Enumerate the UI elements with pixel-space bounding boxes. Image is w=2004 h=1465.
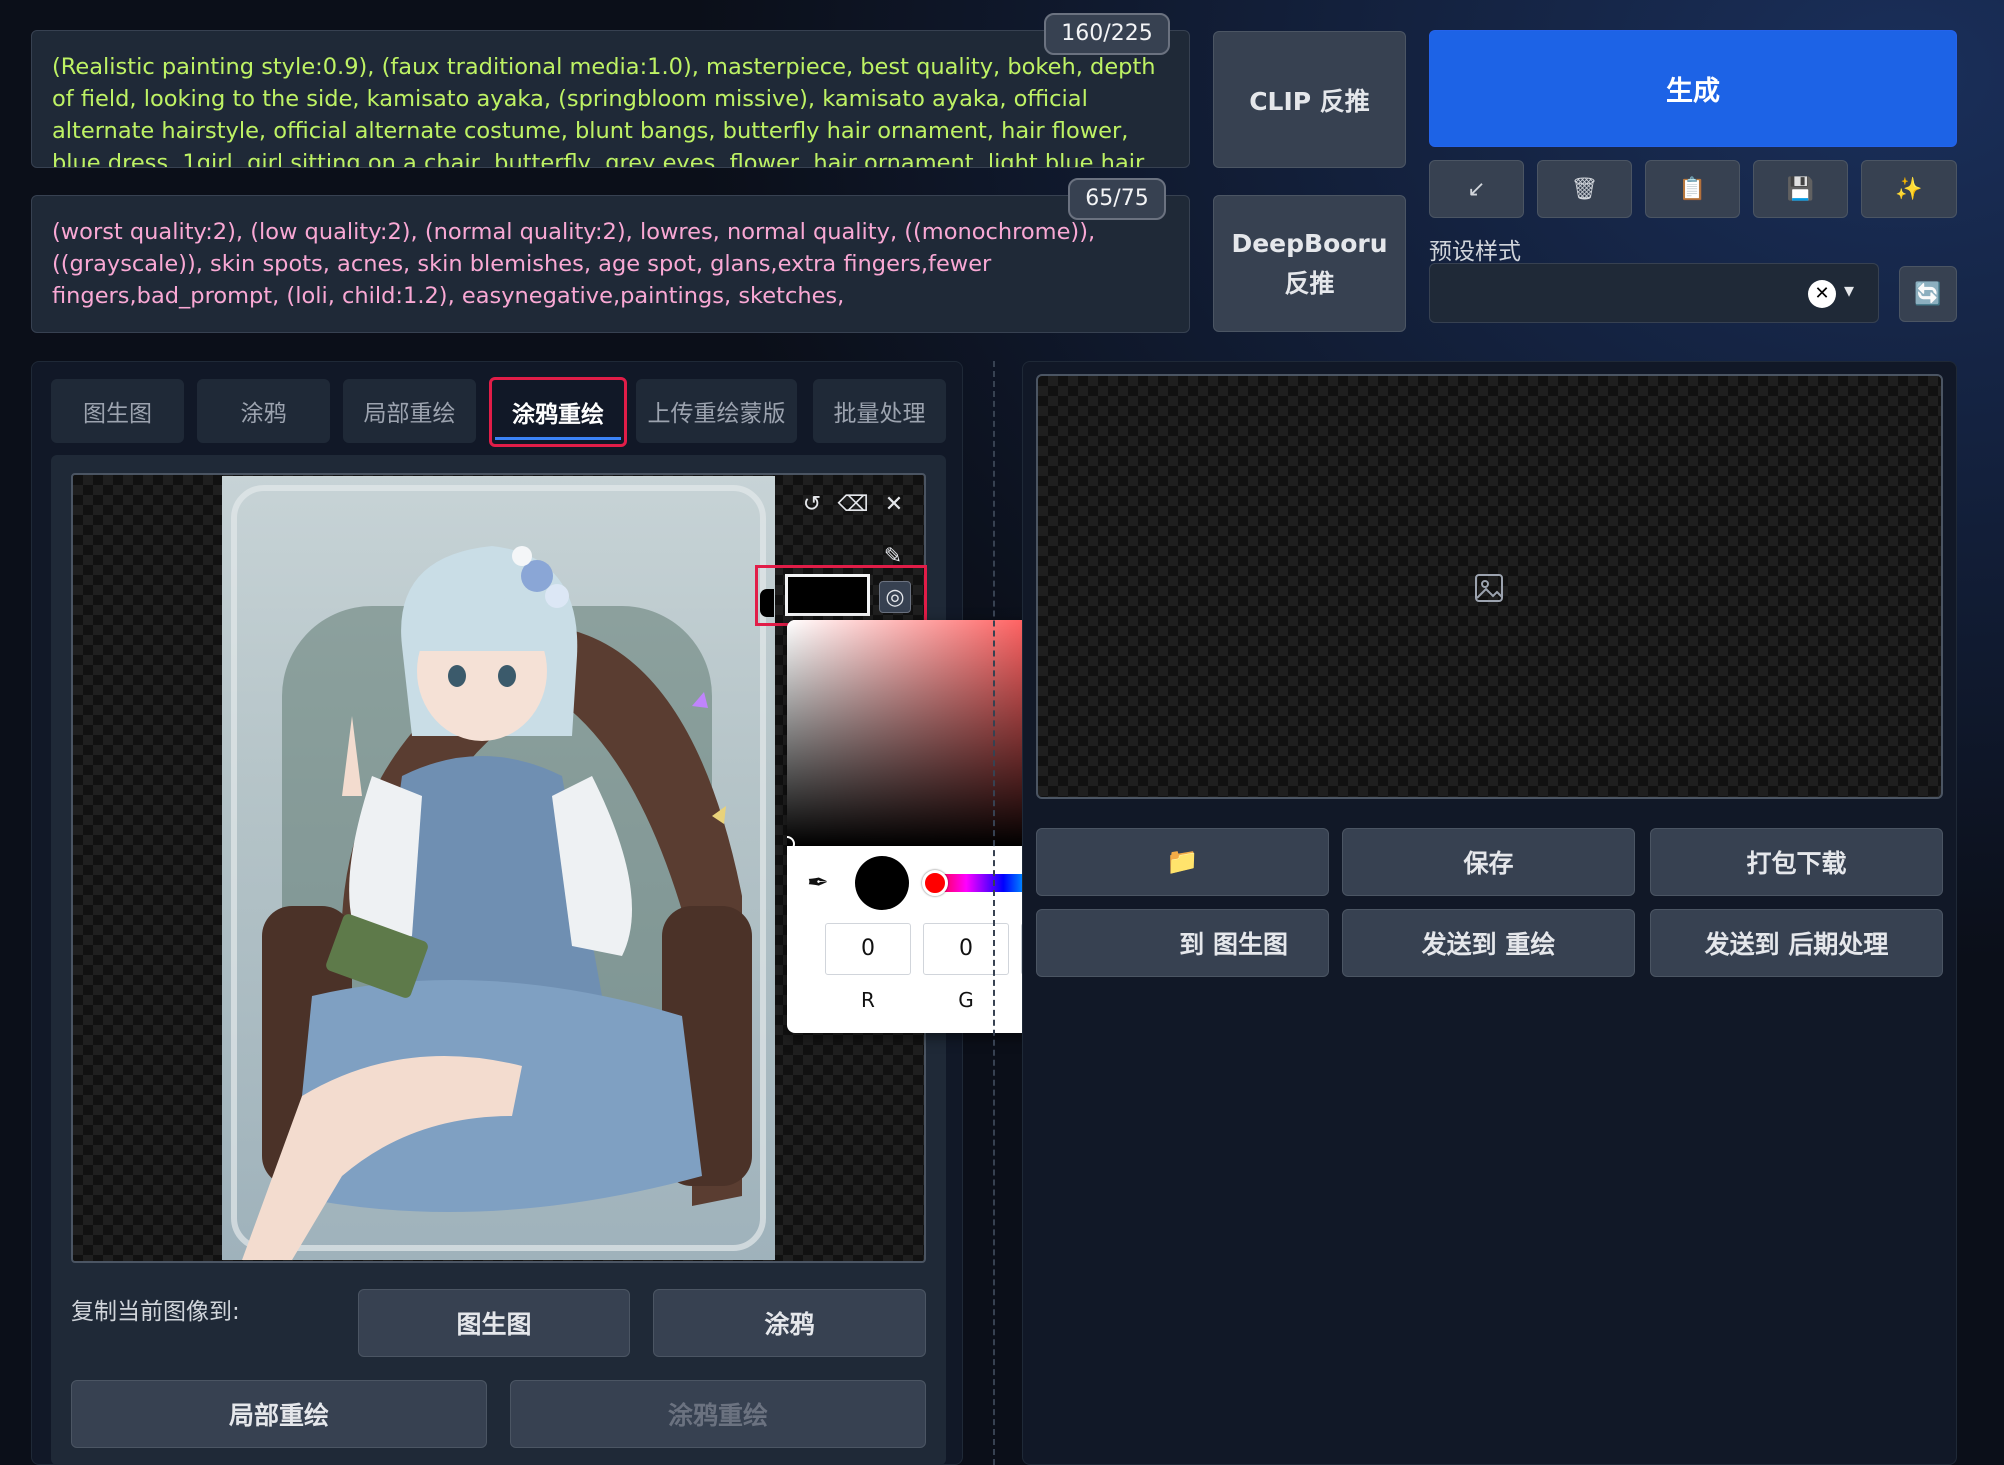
send-to-img2img-button[interactable]: 到 图生图 — [1036, 909, 1329, 977]
tab-img2img[interactable]: 图生图 — [51, 379, 184, 443]
undo-icon[interactable]: ↺ — [797, 489, 827, 519]
save-style-icon[interactable]: 💾 — [1753, 160, 1848, 218]
positive-prompt-input[interactable]: (Realistic painting style:0.9), (faux tr… — [31, 30, 1190, 168]
current-color-preview — [855, 856, 909, 910]
panel-divider — [993, 361, 995, 1465]
negative-token-counter: 65/75 — [1068, 178, 1166, 220]
brush-color-swatch[interactable] — [785, 574, 870, 616]
send-to-extras-button[interactable]: 发送到 后期处理 — [1650, 909, 1943, 977]
clear-styles-icon[interactable]: ✕ — [1808, 280, 1836, 308]
tab-batch[interactable]: 批量处理 — [813, 379, 946, 443]
refresh-styles-icon[interactable]: 🔄 — [1899, 266, 1957, 322]
palette-icon[interactable]: ◎ — [879, 581, 911, 613]
active-tab-underline — [495, 437, 621, 440]
styles-label: 预设样式 — [1429, 239, 1521, 265]
eyedropper-icon[interactable]: ✒ — [807, 868, 837, 898]
open-folder-button[interactable]: 📁 — [1036, 828, 1329, 896]
clipboard-icon[interactable]: 📋 — [1645, 160, 1740, 218]
close-icon[interactable]: ✕ — [879, 489, 909, 519]
save-button[interactable]: 保存 — [1342, 828, 1635, 896]
chevron-down-icon[interactable]: ▾ — [1844, 278, 1868, 308]
magic-icon[interactable]: ✨ — [1861, 160, 1957, 218]
magic-glyph: ✨ — [1895, 176, 1923, 202]
save-glyph: 💾 — [1786, 176, 1815, 202]
red-label: R — [861, 988, 875, 1012]
negative-prompt-text: (worst quality:2), (low quality:2), (nor… — [52, 219, 1096, 309]
brush-size-indicator — [760, 589, 774, 617]
copy-to-sketch-button[interactable]: 涂鸦 — [653, 1289, 926, 1357]
green-label: G — [958, 988, 974, 1012]
tab-sketch[interactable]: 涂鸦 — [197, 379, 330, 443]
send-to-inpaint-button[interactable]: 发送到 重绘 — [1342, 909, 1635, 977]
tab-inpaint-upload[interactable]: 上传重绘蒙版 — [636, 379, 797, 443]
eraser-icon[interactable]: ⌫ — [837, 489, 868, 519]
zip-download-button[interactable]: 打包下载 — [1650, 828, 1943, 896]
red-input[interactable]: 0 — [825, 923, 911, 975]
tab-inpaint[interactable]: 局部重绘 — [343, 379, 476, 443]
copy-to-img2img-button[interactable]: 图生图 — [358, 1289, 630, 1357]
positive-prompt-text: (Realistic painting style:0.9), (faux tr… — [52, 54, 1156, 168]
generate-button[interactable]: 生成 — [1429, 30, 1957, 147]
folder-icon: 📁 — [1166, 847, 1199, 877]
anime-girl-image — [222, 476, 775, 1260]
arrow-icon[interactable]: ↙ — [1429, 160, 1524, 218]
copy-to-label: 复制当前图像到: — [71, 1299, 240, 1325]
arrow-glyph: ↙ — [1467, 176, 1486, 202]
hue-slider-thumb[interactable] — [922, 870, 948, 896]
clipboard-glyph: 📋 — [1678, 176, 1707, 202]
negative-prompt-input[interactable]: (worst quality:2), (low quality:2), (nor… — [31, 195, 1190, 333]
trash-glyph: 🗑 — [1570, 176, 1599, 202]
trash-icon[interactable]: 🗑 — [1537, 160, 1632, 218]
positive-token-counter: 160/225 — [1044, 13, 1170, 55]
image-placeholder-icon — [1473, 572, 1505, 604]
copy-to-inpaint-button[interactable]: 局部重绘 — [71, 1380, 487, 1448]
refresh-glyph: 🔄 — [1914, 281, 1942, 307]
green-input[interactable]: 0 — [923, 923, 1009, 975]
deepbooru-interrogate-button[interactable]: DeepBooru 反推 — [1213, 195, 1406, 332]
styles-dropdown[interactable]: ✕ ▾ — [1429, 263, 1879, 323]
copy-to-inpaint-sketch-button[interactable]: 涂鸦重绘 — [510, 1380, 926, 1448]
clip-interrogate-button[interactable]: CLIP 反推 — [1213, 31, 1406, 168]
